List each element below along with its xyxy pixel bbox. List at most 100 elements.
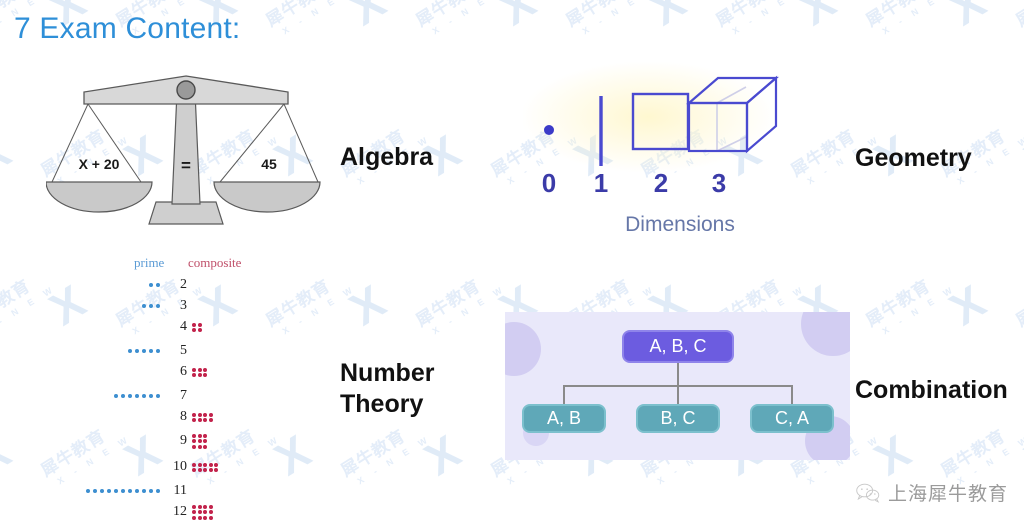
composite-dot [197,468,202,472]
composite-dot [208,504,213,509]
composite-dot [197,510,202,515]
page-title: 7 Exam Content: [14,12,241,45]
balance-equals-sign: = [181,156,191,175]
brand-name: 上海犀牛教育 [887,483,1008,505]
prime-dot [135,489,139,493]
prime-dot [86,489,90,493]
section-label-number-theory-line2: Theory [340,390,424,419]
watermark-logo-icon: X [1015,124,1024,186]
number-label: 3 [180,298,187,313]
section-label-combination: Combination [855,376,1008,404]
composite-dot [214,468,218,472]
composite-dot [192,504,196,509]
prime-dot [149,394,153,398]
balance-scale-svg [45,75,321,225]
composite-dot [203,433,207,438]
section-label-number-theory: Number Theory [340,358,434,421]
composite-dot [192,373,196,377]
section-label-algebra: Algebra [340,143,434,171]
prime-dot [128,349,132,353]
composite-dot [197,439,202,444]
composite-dot-grid [192,504,213,520]
composite-dot [203,468,207,472]
number-label: 7 [180,388,187,403]
watermark-text: 犀牛教育X - N E W [1012,0,1024,31]
number-row: 7 [100,388,340,406]
prime-dot [128,394,132,398]
watermark-text: 犀牛教育X - N E W [262,0,358,37]
prime-dot-group [114,394,163,398]
composite-dot [203,444,207,449]
prime-dot-group [86,489,163,493]
prime-dot [149,304,153,308]
composite-dot [192,462,196,467]
composite-dot [197,444,202,449]
prime-dot [114,489,118,493]
composite-dot [197,433,202,438]
composite-dot [203,418,207,422]
square-shape [631,92,690,151]
tree-connector [677,385,679,405]
prime-dot [142,349,146,353]
composite-dot [208,515,213,520]
section-label-geometry: Geometry [855,144,972,172]
composite-dot [192,418,196,422]
watermark-logo-icon: X [865,424,920,486]
composite-dot-grid [192,367,207,377]
composite-dot [208,462,213,467]
prime-dot [156,349,160,353]
composite-dot [197,322,202,327]
prime-dot [149,489,153,493]
number-row: 9 [100,433,340,459]
composite-dot [197,328,202,332]
decorative-blob [801,312,850,356]
combination-child-node-1[interactable]: A, B [522,404,606,433]
prime-dot [128,489,132,493]
wechat-icon [856,483,880,503]
prime-dot [107,489,111,493]
combination-child-node-3[interactable]: C, A [750,404,834,433]
prime-dot [156,489,160,493]
dimensions-shapes-svg [544,75,779,166]
column-header-composite: composite [188,255,242,270]
balance-left-value: X + 20 [78,156,120,172]
watermark-text: 犀牛教育X - N E W [862,0,958,37]
composite-dot [197,462,202,467]
prime-dot-group [142,304,163,308]
combination-root-node[interactable]: A, B, C [622,330,734,363]
point-shape [544,125,554,135]
watermark-logo-icon: X [415,424,470,486]
slide-canvas: 犀牛教育X - N E WX犀牛教育X - N E WX犀牛教育X - N E … [0,0,1024,520]
watermark-text: 犀牛教育X - N E W [712,0,808,37]
composite-dot-grid [192,322,202,332]
combination-child-node-2[interactable]: B, C [636,404,720,433]
watermark-logo-icon: X [340,274,395,336]
composite-dot [203,367,207,372]
number-row: 4 [100,319,340,337]
composite-dot [197,367,202,372]
watermark-text: 犀牛教育X - N E W [412,0,508,37]
number-row: 11 [86,483,340,501]
composite-dot [208,418,213,422]
number-row: 3 [100,298,340,316]
number-row: 8 [100,409,340,427]
composite-dot [214,462,218,467]
watermark-text: 犀牛教育X - N E W [412,276,508,337]
number-row: 10 [100,459,340,477]
cube-shape [686,75,779,154]
watermark-logo-icon: X [340,0,395,36]
prime-dot [93,489,97,493]
watermark-text: 犀牛教育X - N E W [862,276,958,337]
watermark-logo-icon: X [940,274,995,336]
prime-dot [156,283,160,287]
composite-dot [197,412,202,417]
composite-dot [203,439,207,444]
number-label: 2 [180,277,187,292]
composite-dot [197,418,202,422]
composite-dot [192,439,196,444]
dimensions-figure: 0 1 2 3 Dimensions [505,58,845,248]
balance-scale-figure: X + 20 = 45 [45,62,326,232]
watermark-text: 犀牛教育X - N E W [562,0,658,37]
composite-dot [192,322,196,327]
number-label: 12 [173,504,187,519]
